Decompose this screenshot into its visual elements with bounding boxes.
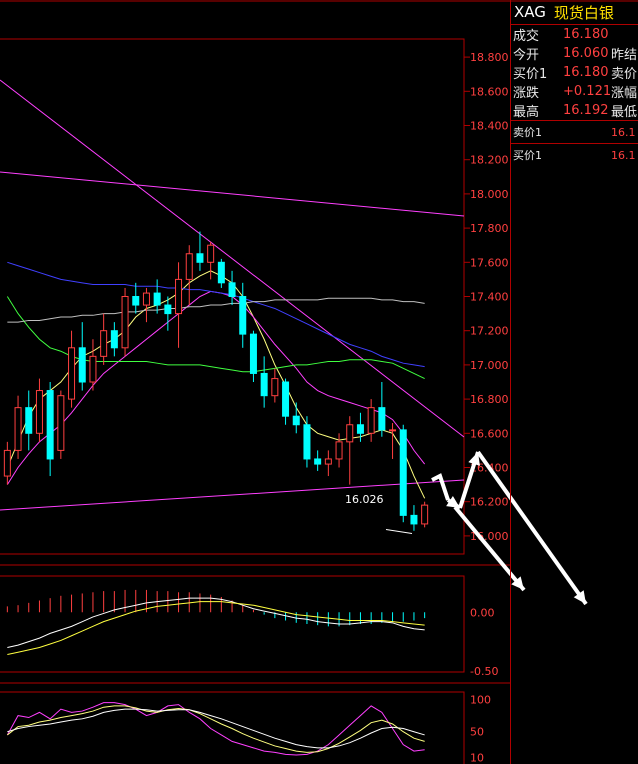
candle-body (217, 261, 225, 284)
candle-body (185, 253, 193, 280)
macd-tick-label: 0.00 (470, 606, 495, 619)
quote-row-label2: 卖价 (611, 67, 638, 82)
candle-body (239, 296, 247, 335)
candle-body (35, 390, 43, 434)
quote-row-label2: 昨结 (611, 48, 638, 63)
quote-row-value: 16.180 (563, 27, 609, 42)
candle-body (346, 424, 354, 443)
trend-line (0, 171, 465, 217)
candle-body (410, 514, 418, 525)
quote-row: 最高 16.192 最低 (511, 101, 638, 120)
candle-body (399, 429, 407, 516)
y-tick-label: 17.200 (470, 325, 509, 338)
quote-row-value: 16.060 (563, 46, 609, 61)
kdj-line (7, 708, 425, 749)
y-tick-label: 16.600 (470, 427, 509, 440)
y-tick-label: 17.600 (470, 256, 509, 269)
y-tick-label: 18.400 (470, 120, 509, 133)
bid-label: 买价1 (513, 149, 542, 162)
candle-body (121, 296, 129, 349)
candle-body (46, 390, 54, 460)
y-tick-label: 18.200 (470, 154, 509, 167)
candle-body (142, 292, 150, 306)
candle-body (57, 395, 65, 451)
candle-body (292, 415, 300, 426)
candle-body (25, 407, 33, 434)
y-tick-label: 18.000 (470, 188, 509, 201)
candle-body (335, 441, 343, 460)
candle-body (3, 449, 11, 477)
candle-body (249, 333, 257, 374)
candle-body (207, 244, 215, 263)
candle-body (14, 407, 22, 451)
y-tick-label: 16.200 (470, 496, 509, 509)
candle-body (110, 330, 118, 349)
ask-label: 卖价1 (513, 126, 542, 139)
candle-body (303, 424, 311, 460)
candle-body (314, 458, 322, 465)
low-annotation: 16.026 (345, 493, 384, 506)
quote-row: 买价1 16.180 卖价 (511, 63, 638, 82)
candle-body (78, 347, 86, 383)
y-tick-label: 17.000 (470, 359, 509, 372)
kdj-tick-label: 100 (470, 693, 491, 706)
candle-body (196, 253, 204, 263)
quote-row-label: 买价1 (513, 67, 548, 82)
moving-average-line (7, 297, 425, 323)
candle-body (175, 278, 183, 315)
y-tick-label: 18.600 (470, 85, 509, 98)
macd-line (7, 597, 425, 648)
candle-body (282, 381, 290, 417)
candle-body (324, 458, 332, 465)
candle-body (153, 292, 161, 306)
trend-line (0, 479, 465, 511)
forecast-path (431, 473, 450, 501)
candle-body (164, 304, 172, 315)
instrument-name: 现货白银 (553, 3, 614, 22)
low-annotation-line (385, 528, 413, 534)
quote-row-value: +0.121 (563, 84, 612, 99)
quote-row: 今开 16.060 昨结 (511, 44, 638, 63)
macd-tick-label: -0.50 (470, 665, 498, 678)
quote-row-label: 今开 (513, 48, 540, 63)
candle-body (367, 407, 375, 434)
kdj-tick-label: 10 (470, 752, 484, 764)
macd-line (7, 601, 425, 656)
y-tick-label: 18.800 (470, 51, 509, 64)
candle-body (421, 504, 429, 525)
bid-value: 16.1 (611, 148, 636, 162)
y-tick-label: 17.400 (470, 291, 509, 304)
quote-row: 涨跌 +0.121 涨幅 (511, 82, 638, 101)
candle-body (68, 347, 76, 400)
candle-body (378, 407, 386, 431)
quote-row-label2: 涨幅 (611, 86, 638, 101)
quote-row-label: 成交 (513, 29, 540, 44)
instrument-code: XAG (514, 3, 546, 21)
y-tick-label: 16.800 (470, 393, 509, 406)
candle-body (389, 429, 397, 432)
quote-row-value: 16.192 (563, 103, 609, 118)
quote-row-value: 16.180 (563, 65, 609, 80)
candle-body (260, 372, 268, 397)
kdj-tick-label: 50 (470, 726, 484, 739)
kdj-line (7, 705, 425, 753)
candle-body (356, 424, 364, 434)
quote-panel: XAG 现货白银 成交 16.180 今开 16.060 昨结 买价1 16.1… (510, 0, 638, 764)
candle-body (132, 296, 140, 306)
quote-row-label: 最高 (513, 105, 540, 120)
quote-header: XAG 现货白银 (511, 0, 638, 25)
ask-value: 16.1 (611, 125, 636, 139)
bid-level: 买价1 16.1 (511, 143, 638, 166)
candle-body (100, 330, 108, 357)
ask-level: 卖价1 16.1 (511, 120, 638, 143)
candle-body (89, 355, 97, 383)
candle-body (271, 378, 279, 397)
candle-body (228, 282, 236, 298)
quote-row: 成交 16.180 (511, 25, 638, 44)
quote-row-label2: 最低 (611, 105, 638, 120)
y-tick-label: 17.800 (470, 222, 509, 235)
quote-row-label: 涨跌 (513, 86, 540, 101)
macd-panel-frame (0, 575, 465, 673)
